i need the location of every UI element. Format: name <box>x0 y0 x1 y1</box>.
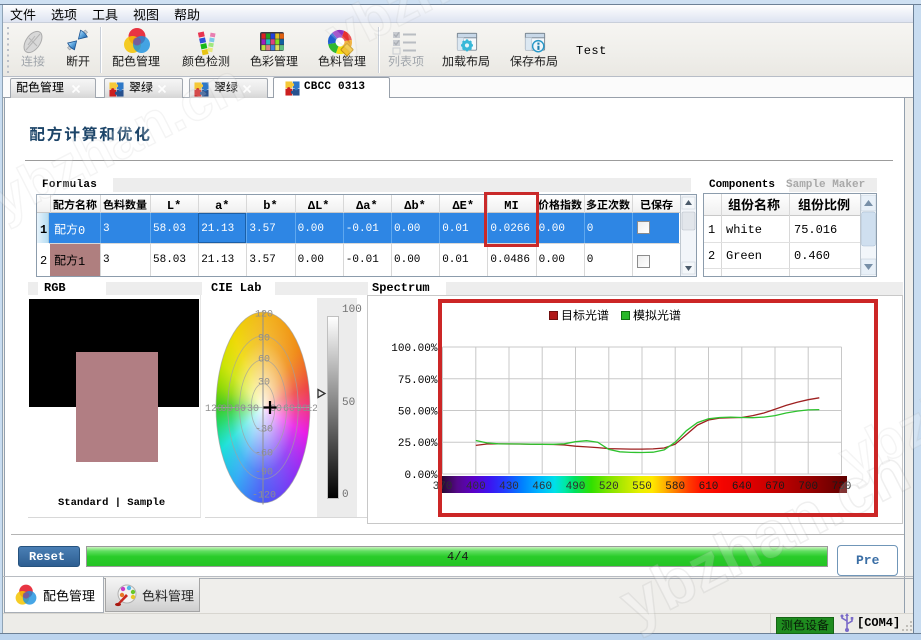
svg-text:60: 60 <box>258 355 270 366</box>
svg-text:-90: -90 <box>255 468 273 479</box>
svg-text:60: 60 <box>283 404 295 415</box>
svg-text:-30: -30 <box>241 404 259 415</box>
svg-text:30: 30 <box>270 404 282 415</box>
svg-text:120: 120 <box>255 310 273 321</box>
svg-text:30: 30 <box>258 378 270 389</box>
svg-text:90: 90 <box>258 334 270 345</box>
svg-text:-60: -60 <box>255 449 273 460</box>
svg-text:-30: -30 <box>255 425 273 436</box>
svg-text:-120: -120 <box>252 491 276 502</box>
